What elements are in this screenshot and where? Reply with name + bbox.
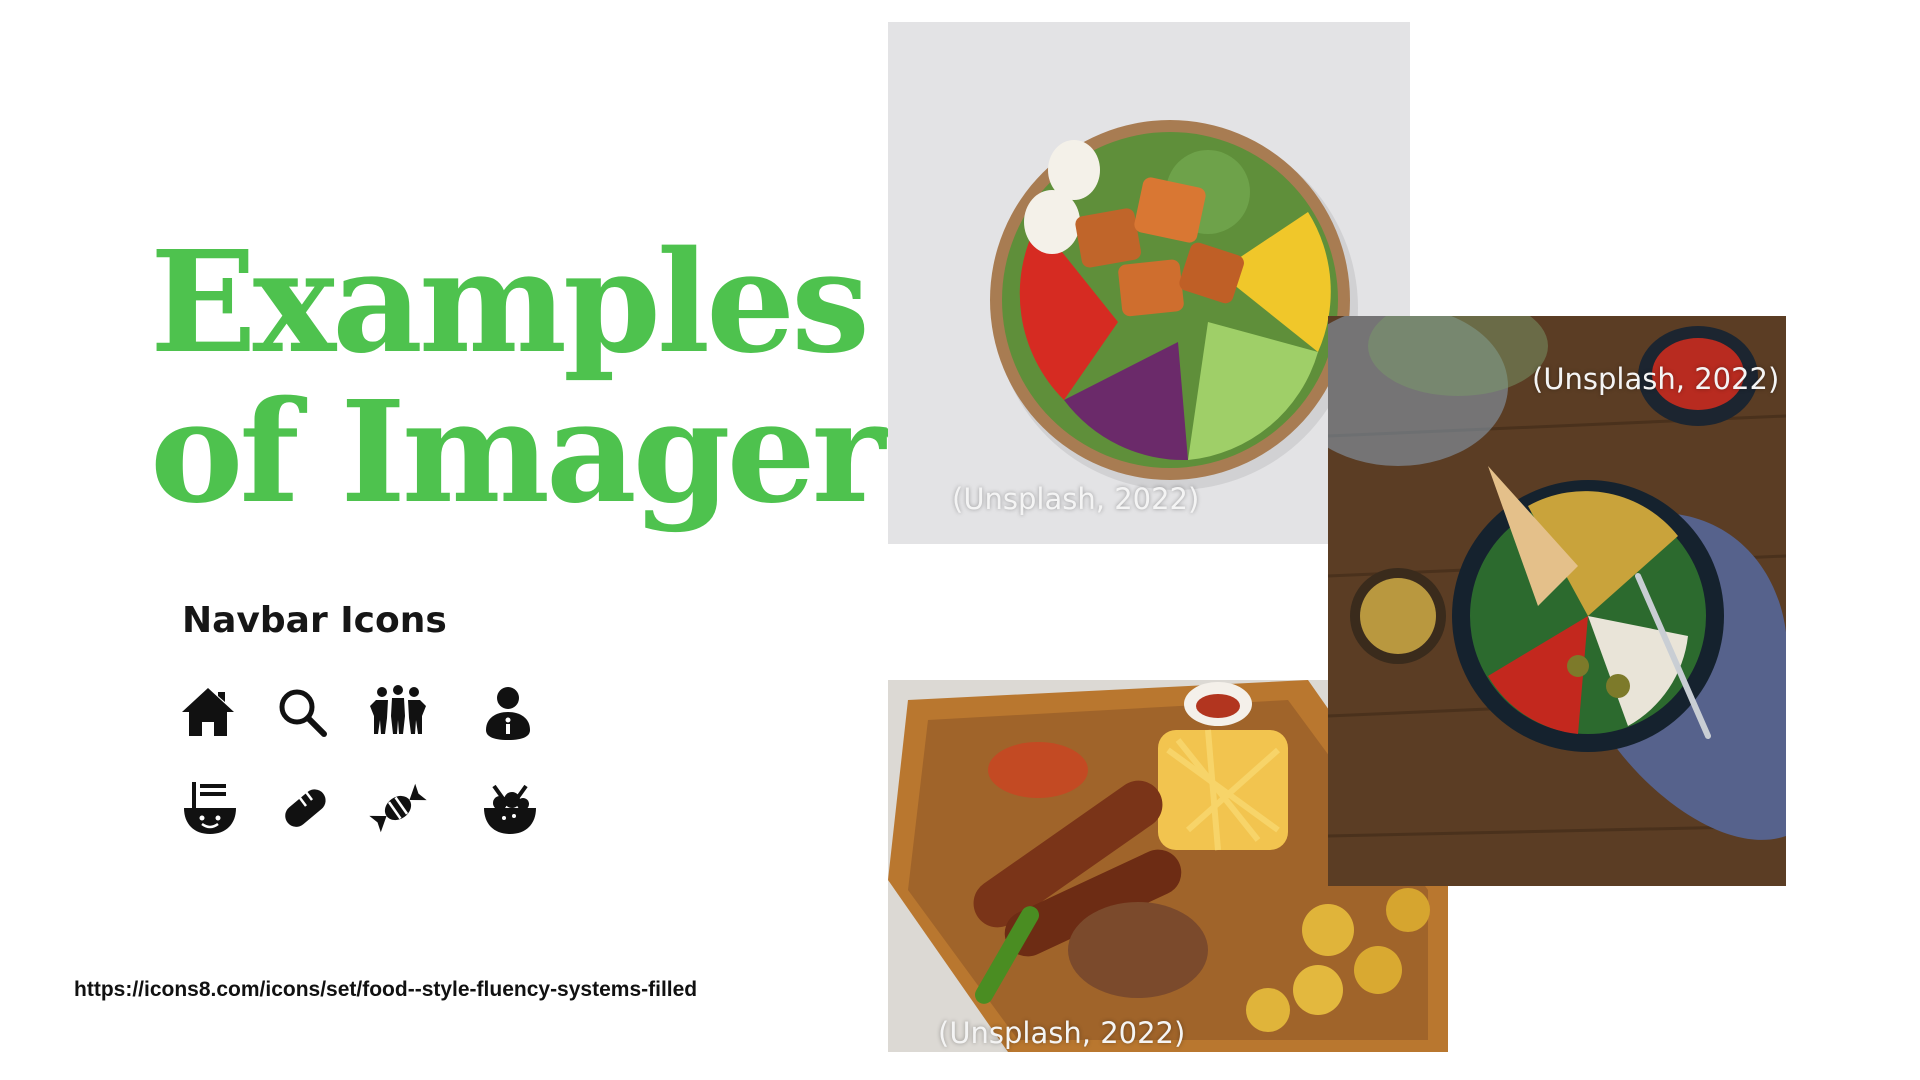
page-title: Examples of Imagery	[150, 221, 963, 535]
noodle-bowl-icon	[180, 778, 240, 838]
title-line-1: Examples	[150, 221, 870, 385]
icon-source-link[interactable]: https://icons8.com/icons/set/food--style…	[74, 978, 697, 1002]
photo-caption: (Unsplash, 2022)	[1532, 362, 1780, 396]
bread-icon	[274, 778, 334, 838]
navbar-icons-heading: Navbar Icons	[182, 600, 447, 641]
home-icon	[178, 682, 238, 742]
candy-icon	[368, 778, 428, 838]
photo-caption: (Unsplash, 2022)	[952, 482, 1200, 516]
user-info-icon	[478, 682, 538, 742]
salad-bowl-icon	[480, 778, 540, 838]
photo-caption: (Unsplash, 2022)	[938, 1016, 1186, 1050]
people-icon	[368, 682, 428, 742]
buddha-bowl-photo: (Unsplash, 2022)	[1328, 316, 1786, 886]
search-icon	[272, 682, 332, 742]
title-line-2: of Imagery	[150, 371, 963, 535]
